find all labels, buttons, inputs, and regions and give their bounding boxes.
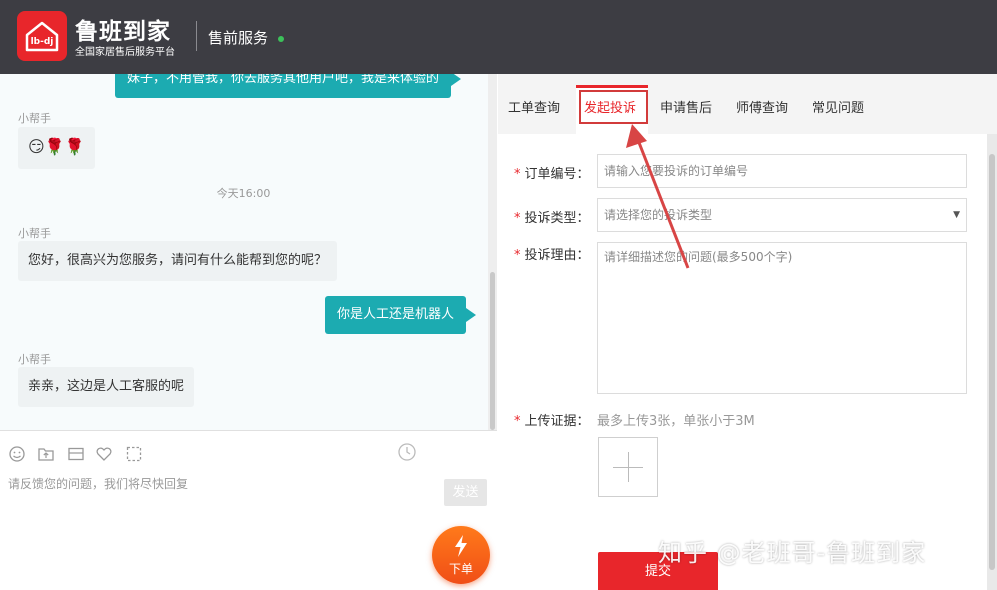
service-title: 售前服务 [208, 29, 269, 47]
order-number-label: * 订单编号： [514, 167, 590, 182]
chat-message-list[interactable]: 妹子，不用管我，你去服务其他用户吧，我是来体验的 小帮手 😏🌹🌹 今天16:00… [0, 74, 497, 430]
annotation-highlight-box [579, 90, 648, 124]
mail-icon[interactable] [67, 445, 85, 463]
service-panel: 工单查询 发起投诉 申请售后 师傅查询 常见问题 * 订单编号： 请输入您要投诉的… [498, 74, 997, 590]
form-scrollbar-thumb[interactable] [989, 154, 995, 570]
dropdown-arrow-icon: ▼ [953, 210, 960, 220]
header-divider [196, 21, 197, 51]
time-separator: 今天16:00 [216, 187, 271, 200]
complaint-type-select[interactable]: 请选择您的投诉类型 ▼ [597, 198, 967, 232]
watermark: 知乎 @老班哥-鲁班到家 [658, 539, 927, 567]
message-sender: 小帮手 [18, 227, 51, 240]
tab-faq[interactable]: 常见问题 [812, 97, 864, 116]
complaint-form: * 订单编号： 请输入您要投诉的订单编号 * 投诉类型： 请选择您的投诉类型 ▼ *… [498, 134, 987, 590]
tab-order-query[interactable]: 工单查询 [508, 97, 560, 116]
place-order-button[interactable]: 下单 [432, 526, 490, 584]
upload-image-button[interactable] [598, 437, 658, 497]
message-sender: 小帮手 [18, 112, 51, 125]
chat-panel: 妹子，不用管我，你去服务其他用户吧，我是来体验的 小帮手 😏🌹🌹 今天16:00… [0, 74, 497, 590]
complaint-reason-textarea[interactable]: 请详细描述您的问题(最多500个字) [597, 242, 967, 394]
app-header: lb-dj 鲁班到家 全国家居售后服务平台 售前服务 [0, 0, 997, 74]
complaint-reason-label: * 投诉理由： [514, 248, 590, 263]
brand-logo[interactable]: lb-dj [17, 11, 67, 61]
brand-name: 鲁班到家 [75, 19, 171, 45]
brand-subtitle: 全国家居售后服务平台 [75, 47, 175, 58]
image-upload-icon[interactable] [37, 445, 55, 463]
required-mark: * [514, 248, 521, 263]
house-logo-icon: lb-dj [25, 21, 59, 52]
tab-apply-after-sales[interactable]: 申请售后 [660, 97, 712, 116]
chat-message-agent: 您好，很高兴为您服务，请问有什么能帮到您的呢？ [18, 241, 338, 281]
send-button[interactable]: 发送 [444, 479, 487, 506]
message-sender: 小帮手 [18, 353, 51, 366]
chat-message-agent: 😏🌹🌹 [18, 127, 95, 169]
required-mark: * [514, 211, 521, 226]
complaint-type-label: * 投诉类型： [514, 211, 590, 226]
heart-icon[interactable] [95, 445, 113, 463]
upload-evidence-label: * 上传证据： [514, 414, 590, 429]
lightning-icon [455, 535, 467, 557]
service-tabs: 工单查询 发起投诉 申请售后 师傅查询 常见问题 [498, 74, 997, 135]
place-order-label: 下单 [448, 562, 473, 576]
svg-text:lb-dj: lb-dj [31, 37, 54, 47]
chat-message-user: 妹子，不用管我，你去服务其他用户吧，我是来体验的 [115, 74, 462, 98]
upload-hint: 最多上传3张，单张小于3M [597, 414, 755, 429]
order-number-input[interactable]: 请输入您要投诉的订单编号 [597, 154, 967, 188]
history-icon[interactable] [397, 442, 417, 462]
screenshot-icon[interactable] [125, 445, 143, 463]
emoji-icon[interactable] [8, 445, 26, 463]
required-mark: * [514, 167, 521, 182]
chat-input[interactable]: 请反馈您的问题，我们将尽快回复 [8, 475, 188, 492]
chat-scrollbar-thumb[interactable] [490, 272, 495, 430]
complaint-type-selected: 请选择您的投诉类型 [604, 208, 713, 222]
chat-message-user: 你是人工还是机器人 [325, 296, 477, 334]
chat-input-area: 请反馈您的问题，我们将尽快回复 发送 下单 [0, 430, 497, 590]
online-status-dot [278, 36, 284, 42]
tab-technician-query[interactable]: 师傅查询 [736, 97, 788, 116]
required-mark: * [514, 414, 521, 429]
chat-message-agent: 亲亲，这边是人工客服的呢 [18, 367, 195, 407]
